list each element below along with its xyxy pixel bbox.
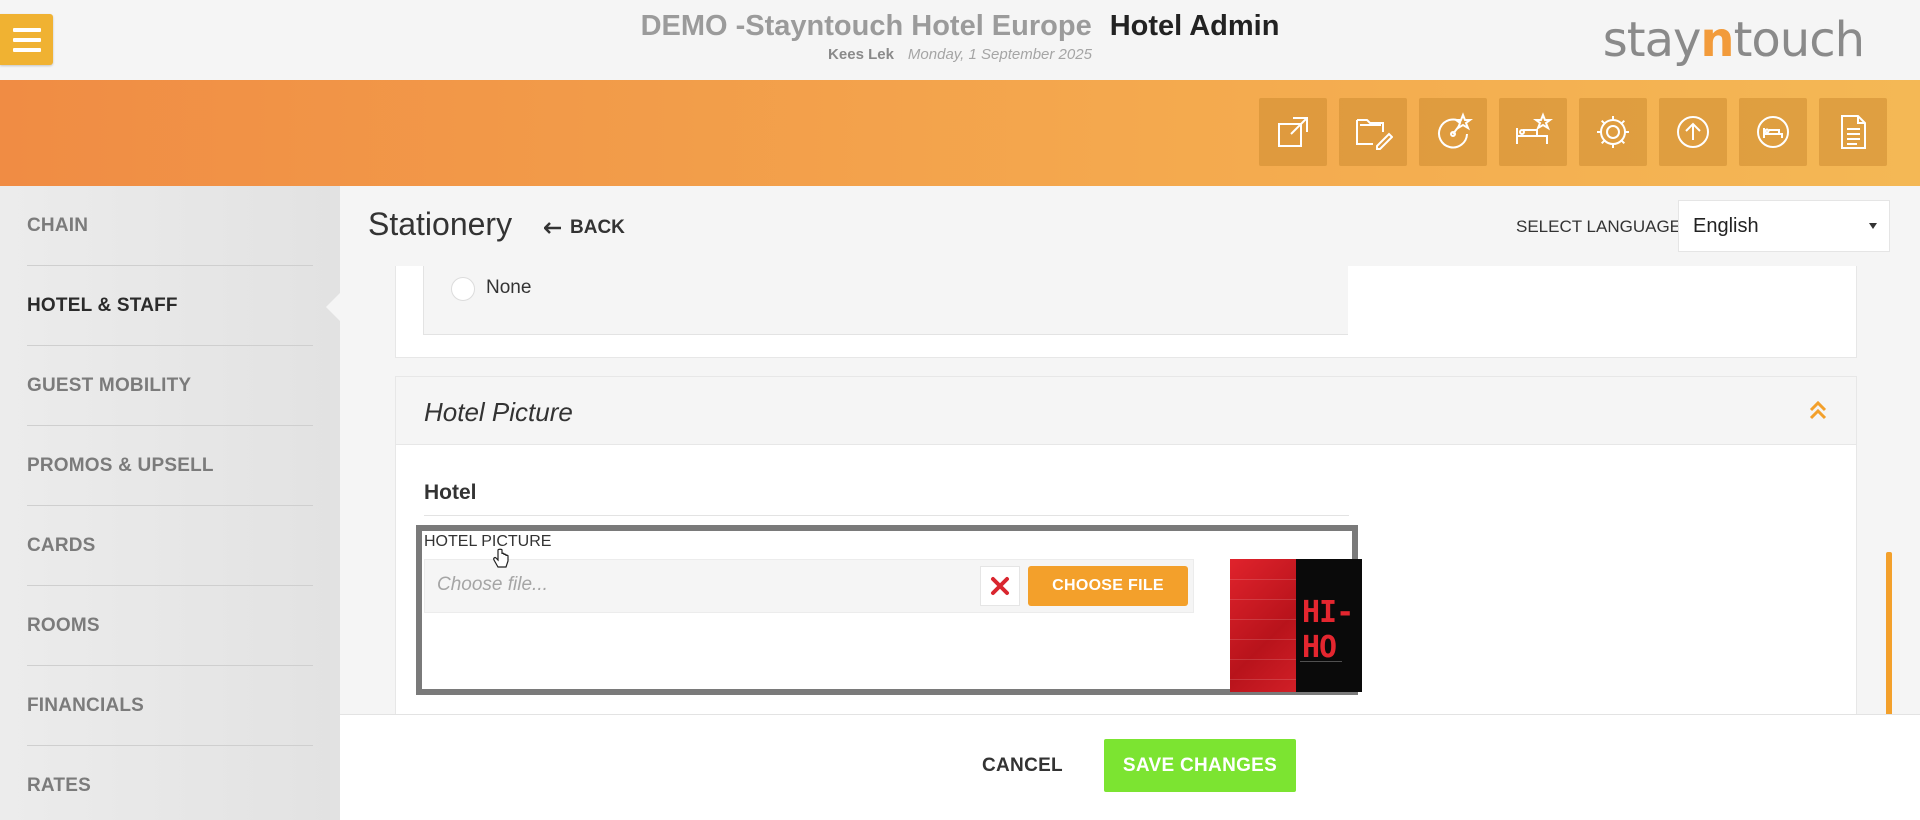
page-title: Stationery: [368, 206, 513, 242]
hotel-picture-upload: HOTEL PICTURE Choose file... CHOOSE FILE…: [416, 525, 1362, 695]
arrow-left-icon: [544, 222, 561, 234]
dashboard-star-icon: [1438, 112, 1473, 149]
clear-file-button[interactable]: [980, 566, 1020, 606]
radio-none-label: None: [486, 277, 532, 298]
room-star-button[interactable]: [1499, 98, 1567, 166]
app-name: Hotel Admin: [1109, 10, 1280, 42]
main-panel: Stationery BACK SELECT LANGUAGE English …: [340, 186, 1920, 820]
section-title: Hotel Picture: [424, 397, 573, 427]
settings-button[interactable]: [1579, 98, 1647, 166]
sidebar-item-chain[interactable]: CHAIN: [27, 186, 313, 266]
sidebar: CHAIN HOTEL & STAFF GUEST MOBILITY PROMO…: [0, 186, 340, 820]
divider: [424, 515, 1349, 516]
hotel-name: DEMO -Stayntouch Hotel Europe: [640, 10, 1092, 42]
settings-icon: [1597, 116, 1629, 148]
radio-none[interactable]: [451, 277, 475, 301]
caret-down-icon: [1869, 223, 1877, 229]
external-link-button[interactable]: [1259, 98, 1327, 166]
hotel-picture-card: Hotel Picture Hotel HOTEL PICTURE Choose…: [395, 376, 1857, 714]
page-header: Stationery BACK SELECT LANGUAGE English: [340, 186, 1920, 266]
sidebar-item-financials[interactable]: FINANCIALS: [27, 666, 313, 746]
sidebar-item-guest-mobility[interactable]: GUEST MOBILITY: [27, 346, 313, 426]
language-select[interactable]: English: [1678, 200, 1890, 252]
field-label: HOTEL PICTURE: [424, 533, 552, 550]
back-button[interactable]: BACK: [544, 217, 625, 239]
previous-section-card: None: [395, 266, 1857, 358]
hand-cursor-icon: [493, 548, 509, 568]
save-changes-button[interactable]: SAVE CHANGES: [1104, 739, 1296, 792]
upload-icon: [1677, 116, 1709, 148]
bed-star-icon: [1516, 112, 1553, 144]
active-indicator-arrow: [326, 293, 340, 321]
content-scroll-area[interactable]: None Hotel Picture Hotel HOTEL PICTURE C…: [340, 266, 1920, 714]
hotel-picture-header[interactable]: Hotel Picture: [396, 377, 1856, 445]
room-button[interactable]: [1739, 98, 1807, 166]
cancel-button[interactable]: CANCEL: [982, 755, 1063, 777]
toolbar-band: [0, 80, 1920, 186]
folder-edit-button[interactable]: [1339, 98, 1407, 166]
thumbnail-tagline: ———————: [1300, 659, 1342, 665]
user-name: Kees Lek: [828, 46, 894, 63]
bed-icon: [1757, 116, 1789, 148]
document-icon: [1841, 115, 1866, 149]
sidebar-item-promos-upsell[interactable]: PROMOS & UPSELL: [27, 426, 313, 506]
thumbnail-building: [1230, 559, 1296, 692]
language-label: SELECT LANGUAGE: [1516, 217, 1682, 236]
file-input[interactable]: Choose file... CHOOSE FILE: [424, 559, 1194, 613]
sidebar-item-rates[interactable]: RATES: [27, 746, 313, 820]
external-link-icon: [1278, 117, 1308, 147]
business-date: Monday, 1 September 2025: [907, 46, 1092, 63]
file-placeholder: Choose file...: [437, 574, 548, 595]
folder-edit-icon: [1356, 119, 1393, 150]
chevron-double-up-icon[interactable]: [1808, 399, 1828, 421]
stayntouch-logo: stayntouch: [1602, 12, 1865, 68]
hotel-picture-thumbnail: HI-HO ———————: [1230, 559, 1362, 692]
thumbnail-logo: HI-HO: [1302, 595, 1354, 665]
upload-button[interactable]: [1659, 98, 1727, 166]
radio-group: None: [423, 266, 1348, 335]
sidebar-item-hotel-staff[interactable]: HOTEL & STAFF: [27, 266, 313, 346]
document-button[interactable]: [1819, 98, 1887, 166]
close-icon: [991, 577, 1009, 595]
sidebar-item-rooms[interactable]: ROOMS: [27, 586, 313, 666]
sidebar-item-cards[interactable]: CARDS: [27, 506, 313, 586]
subsection-title: Hotel: [424, 481, 477, 504]
form-footer: CANCEL SAVE CHANGES: [340, 714, 1920, 820]
choose-file-button[interactable]: CHOOSE FILE: [1028, 566, 1188, 606]
top-header: DEMO -Stayntouch Hotel Europe Hotel Admin…: [0, 0, 1920, 80]
dashboard-star-button[interactable]: [1419, 98, 1487, 166]
